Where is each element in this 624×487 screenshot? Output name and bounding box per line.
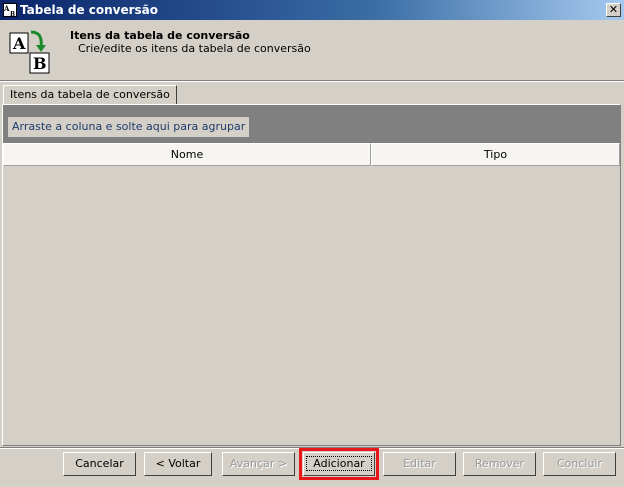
wizard-header: A B Itens da tabela de conversão Crie/ed…: [0, 20, 624, 80]
icon-letter-b: B: [33, 54, 47, 73]
svg-text:B: B: [10, 11, 15, 16]
add-button[interactable]: Adicionar: [299, 448, 379, 480]
grid-header: Nome Tipo: [3, 143, 620, 166]
window-title: Tabela de conversão: [20, 3, 159, 17]
close-button[interactable]: ✕: [606, 3, 621, 17]
cancel-button[interactable]: Cancelar: [63, 452, 136, 476]
next-button[interactable]: Avançar >: [222, 452, 295, 476]
add-button-label: Adicionar: [306, 456, 372, 471]
group-by-panel[interactable]: Arraste a coluna e solte aqui para agrup…: [3, 105, 620, 143]
conversion-a-to-b-icon: A B: [9, 30, 50, 74]
tab-itens-tabela-conversao[interactable]: Itens da tabela de conversão: [3, 85, 177, 104]
remove-button[interactable]: Remover: [463, 452, 536, 476]
edit-button[interactable]: Editar: [383, 452, 456, 476]
footer-separator: [0, 447, 624, 449]
group-by-hint: Arraste a coluna e solte aqui para agrup…: [8, 117, 250, 137]
header-separator: [0, 80, 624, 82]
header-subtitle: Crie/edite os itens da tabela de convers…: [78, 42, 311, 55]
app-icon: AB: [3, 3, 17, 17]
close-icon: ✕: [608, 3, 619, 16]
grid-body[interactable]: [3, 166, 620, 445]
icon-letter-a: A: [12, 34, 26, 53]
window-titlebar: AB Tabela de conversão ✕: [0, 0, 624, 20]
header-title: Itens da tabela de conversão: [70, 29, 250, 42]
column-header-tipo[interactable]: Tipo: [371, 143, 620, 166]
column-header-nome[interactable]: Nome: [3, 143, 371, 166]
finish-button[interactable]: Concluir: [543, 452, 616, 476]
back-button[interactable]: < Voltar: [144, 452, 212, 476]
